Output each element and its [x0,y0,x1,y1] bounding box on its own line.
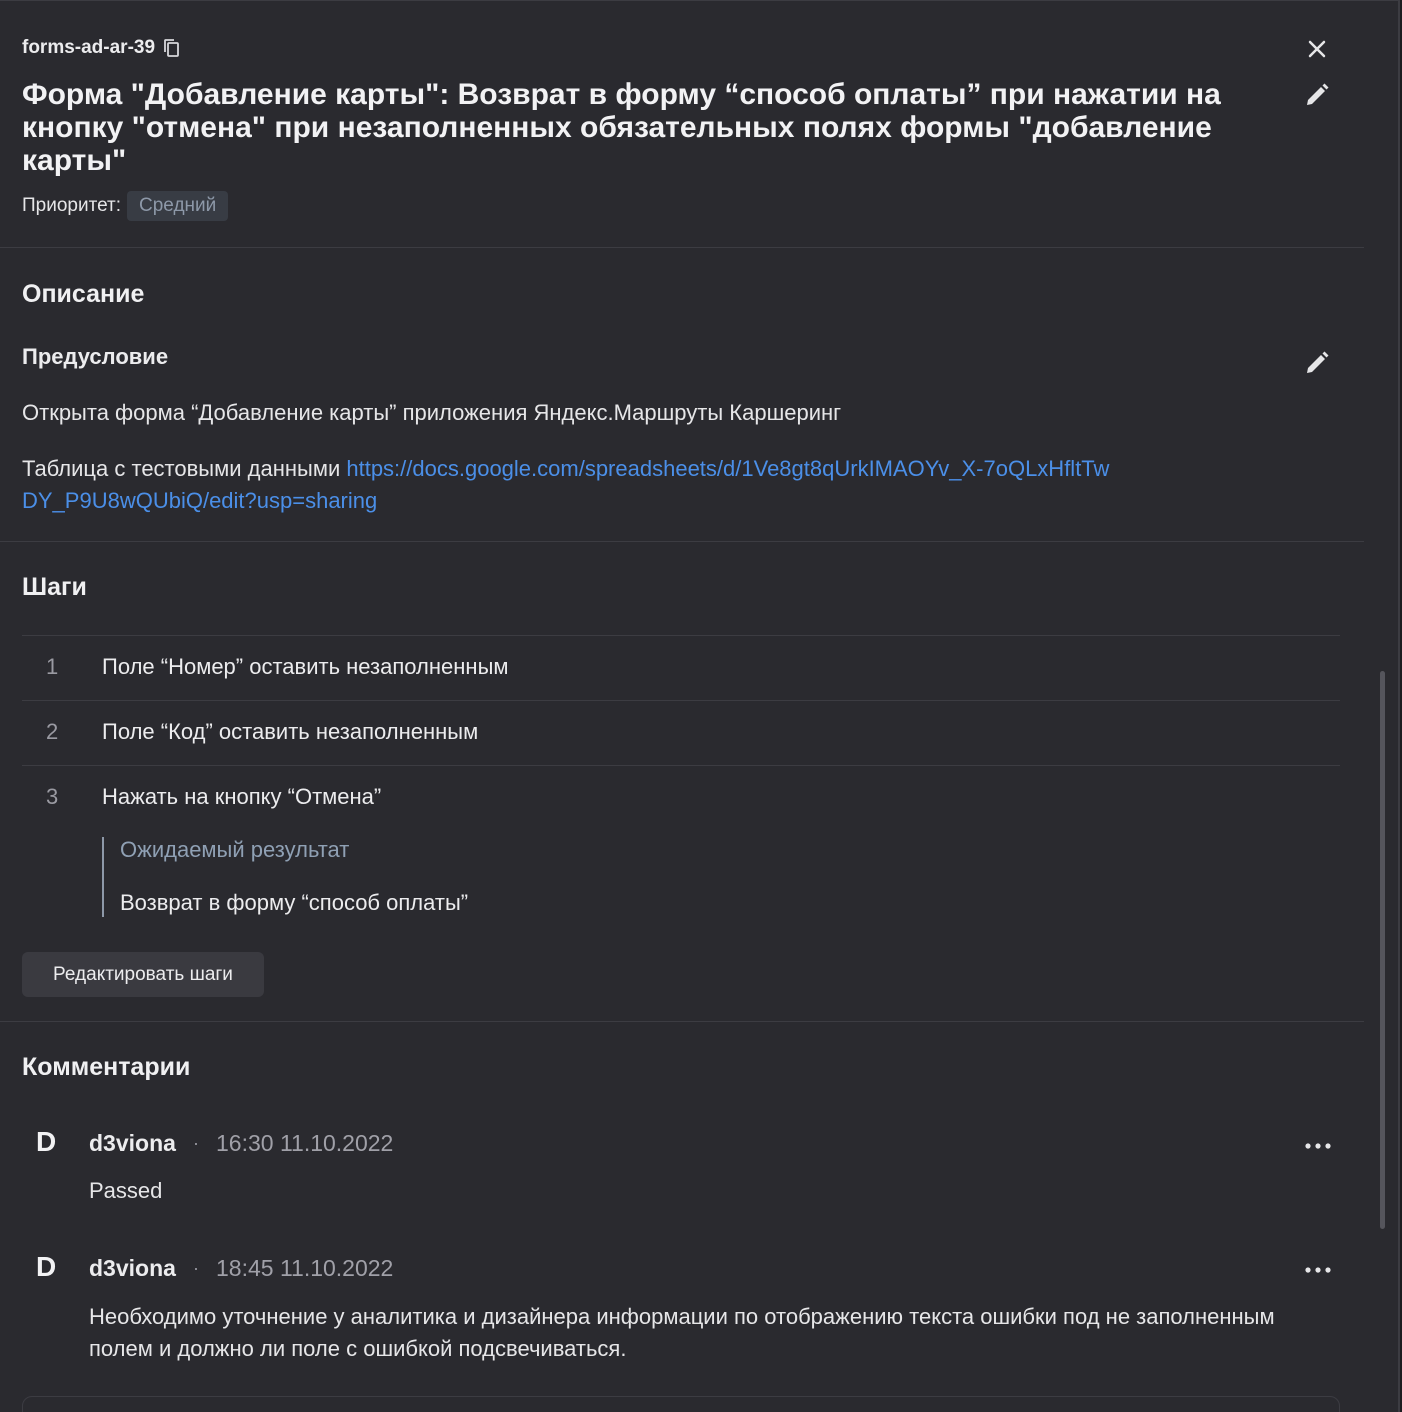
page-title: Форма "Добавление карты": Возврат в форм… [22,78,1221,177]
step-text: Поле “Номер” оставить незаполненным [102,654,509,679]
precondition-heading: Предусловие [22,344,169,369]
case-id: forms-ad-ar-39 [22,37,181,59]
steps-heading: Шаги [22,573,87,601]
step-number: 3 [46,784,59,809]
comment-author: d3viona [89,1255,176,1281]
step-row: 2 Поле “Код” оставить незаполненным [22,700,1340,765]
test-data-label: Таблица с тестовыми данными [22,456,347,481]
step-row: 1 Поле “Номер” оставить незаполненным [22,635,1340,700]
test-data-paragraph: Таблица с тестовыми данными https://docs… [22,453,1122,517]
comment-text: Passed [89,1178,163,1203]
step-text: Нажать на кнопку “Отмена” [102,784,382,809]
steps-table: 1 Поле “Номер” оставить незаполненным 2 … [22,635,1340,830]
divider [0,1021,1364,1022]
scrollbar-thumb[interactable] [1380,671,1385,1229]
expected-result-label: Ожидаемый результат [120,837,350,862]
comment-timestamp: 16:30 11.10.2022 [216,1130,394,1156]
divider [0,541,1364,542]
expected-result-value: Возврат в форму “способ оплаты” [120,890,469,915]
step-number: 1 [46,654,59,679]
priority-row: Приоритет: Средний [22,191,229,221]
edit-description-pencil-icon[interactable] [1303,349,1331,377]
comment-author: d3viona [89,1130,176,1156]
step-row: 3 Нажать на кнопку “Отмена” [22,765,1340,830]
description-heading: Описание [22,280,145,308]
precondition-text: Открыта форма “Добавление карты” приложе… [22,400,842,425]
close-icon[interactable] [1303,35,1331,63]
comments-heading: Комментарии [22,1053,191,1081]
edit-title-pencil-icon[interactable] [1303,81,1331,109]
comment-text: Необходимо уточнение у аналитика и дизай… [89,1304,1275,1361]
test-case-panel: forms-ad-ar-39 Форма "Добавление карты":… [0,0,1400,1412]
more-options-icon[interactable] [1303,1134,1333,1158]
priority-label: Приоритет: [22,195,121,216]
avatar: D [36,1251,57,1282]
comment-input[interactable] [22,1396,1340,1412]
comment-separator: · [193,1258,199,1278]
edit-steps-button[interactable]: Редактировать шаги [22,952,264,997]
priority-badge[interactable]: Средний [127,191,229,221]
case-id-text: forms-ad-ar-39 [22,37,156,58]
more-options-icon[interactable] [1303,1258,1333,1282]
copy-icon[interactable] [163,38,181,58]
comment-timestamp: 18:45 11.10.2022 [216,1255,394,1281]
step-number: 2 [46,719,59,744]
comment-separator: · [193,1133,199,1153]
divider [0,247,1364,248]
avatar: D [36,1126,57,1157]
panel-content: forms-ad-ar-39 Форма "Добавление карты":… [0,1,1364,1412]
step-text: Поле “Код” оставить незаполненным [102,719,479,744]
expected-result-block: Ожидаемый результат Возврат в форму “спо… [102,837,718,917]
